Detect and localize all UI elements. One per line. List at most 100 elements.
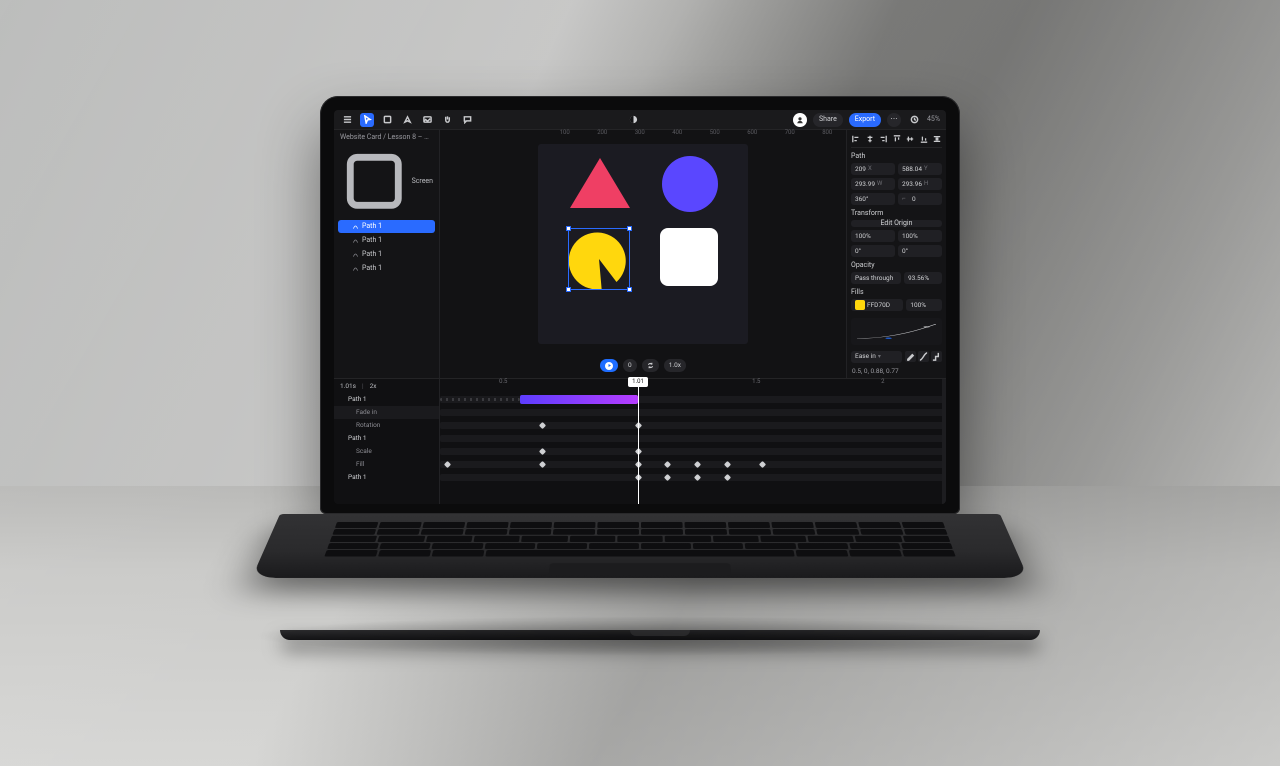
track-row[interactable] [440,458,946,471]
layer-item[interactable]: Path 1 [338,262,435,275]
layer-item[interactable]: Path 1 [338,234,435,247]
track-row[interactable] [440,419,946,432]
align-hcenter-icon[interactable] [865,134,875,144]
ease-curve-icon[interactable] [918,351,929,362]
track-row[interactable] [440,393,946,406]
horizontal-ruler: 100 200 300 400 500 600 700 800 [440,130,846,140]
timeline-end[interactable] [942,379,946,504]
tl-prop[interactable]: Fill [334,458,439,471]
circle-shape[interactable] [662,156,718,212]
align-vcenter-icon[interactable] [905,134,915,144]
tl-layer[interactable]: Path 1 [334,471,439,484]
layer-item[interactable]: Path 1 [338,220,435,233]
y-value: 588.04 [902,166,922,173]
corner-value: 0 [912,196,916,203]
current-time: 1.01s [340,383,356,390]
fill-hex: FFD70D [867,302,890,309]
ease-edit-icon[interactable] [905,351,916,362]
skewy-field[interactable]: 0° [898,245,942,257]
hand-tool-icon[interactable] [440,113,454,127]
distribute-icon[interactable] [932,134,942,144]
ruler-mark: 300 [621,130,659,140]
playback-speed[interactable]: 2x [370,383,377,390]
y-field[interactable]: 588.04Y [898,163,942,175]
segment[interactable] [440,398,520,401]
pointer-tool-icon[interactable] [360,113,374,127]
more-icon[interactable]: ⋯ [887,113,901,127]
layer-item[interactable]: Path 1 [338,248,435,261]
timeline-ruler: 0.5 1 1.5 2 [440,379,946,393]
h-field[interactable]: 293.96H [898,178,942,190]
history-icon[interactable] [907,113,921,127]
rotation-field[interactable]: 360° [851,193,895,205]
ruler-mark: 1.5 [693,379,820,393]
align-left-icon[interactable] [851,134,861,144]
track-row[interactable] [440,445,946,458]
align-bottom-icon[interactable] [919,134,929,144]
canvas-area: 100 200 300 400 500 600 700 800 [440,130,846,378]
selection-handle[interactable] [566,226,571,231]
ruler-mark: 200 [584,130,622,140]
layer-label: Path 1 [362,265,382,272]
timeline-left: 1.01s | 2x Path 1 Fade in Rotation Path … [334,379,440,504]
avatar[interactable] [793,113,807,127]
stage[interactable] [440,140,846,354]
layer-group-screen[interactable]: Screen [334,144,439,219]
scaley-field[interactable]: 100% [898,230,942,242]
ease-preset-field[interactable]: Ease in▾ [851,351,902,363]
segment[interactable] [520,395,638,404]
play-button[interactable] [600,359,618,372]
speed-button[interactable]: 1.0x [664,359,686,372]
tl-layer[interactable]: Path 1 [334,432,439,445]
artboard[interactable] [538,144,748,344]
edit-origin-button[interactable]: Edit Origin [851,220,942,227]
breadcrumb[interactable]: Website Card / Lesson 8 – Anim… [334,130,439,144]
loop-button[interactable] [642,359,659,372]
share-button[interactable]: Share [813,113,843,127]
easing-curve[interactable] [851,318,942,345]
blend-field[interactable]: Pass through [851,272,901,284]
selection-handle[interactable] [566,287,571,292]
selection-handle[interactable] [627,287,632,292]
skewx-field[interactable]: 0° [851,245,895,257]
tl-prop[interactable]: Rotation [334,419,439,432]
selection-box[interactable] [568,228,630,290]
y-label: Y [924,166,932,172]
square-shape[interactable] [660,228,718,286]
menu-icon[interactable] [340,113,354,127]
topbar-right: Share Export ⋯ 45% [793,113,940,127]
fill-field[interactable]: FFD70D [851,299,903,311]
export-button[interactable]: Export [849,113,881,127]
frame-tool-icon[interactable] [380,113,394,127]
fill-opacity-field[interactable]: 100% [906,299,942,311]
image-tool-icon[interactable] [420,113,434,127]
corner-field[interactable]: ⌐0 [898,193,942,205]
ease-step-icon[interactable] [931,351,942,362]
ruler-mark: 500 [696,130,734,140]
tl-prop[interactable]: Scale [334,445,439,458]
section-fills: Fills [851,287,942,296]
triangle-shape[interactable] [570,158,630,208]
w-field[interactable]: 293.99W [851,178,895,190]
selection-handle[interactable] [627,226,632,231]
pen-tool-icon[interactable] [400,113,414,127]
scalex-field[interactable]: 100% [851,230,895,242]
fill-swatch[interactable] [855,300,865,310]
align-top-icon[interactable] [892,134,902,144]
align-right-icon[interactable] [878,134,888,144]
zoom-level[interactable]: 45% [927,116,940,123]
to-start-button[interactable]: 0 [623,359,637,372]
track-row[interactable] [440,471,946,484]
playhead[interactable]: 1.01 [638,379,639,504]
track-row[interactable] [440,406,946,419]
bezier-values[interactable]: 0.5, 0, 0.88, 0.77 [851,366,942,377]
comment-tool-icon[interactable] [460,113,474,127]
app-logo-icon[interactable] [626,113,640,127]
blend-value: Pass through [855,275,893,282]
tl-prop[interactable]: Fade in [334,406,439,419]
timeline-tracks-area[interactable]: 0.5 1 1.5 2 [440,379,946,504]
track-row[interactable] [440,432,946,445]
x-field[interactable]: 209X [851,163,895,175]
opacity-field[interactable]: 93.56% [904,272,942,284]
tl-layer[interactable]: Path 1 [334,393,439,406]
